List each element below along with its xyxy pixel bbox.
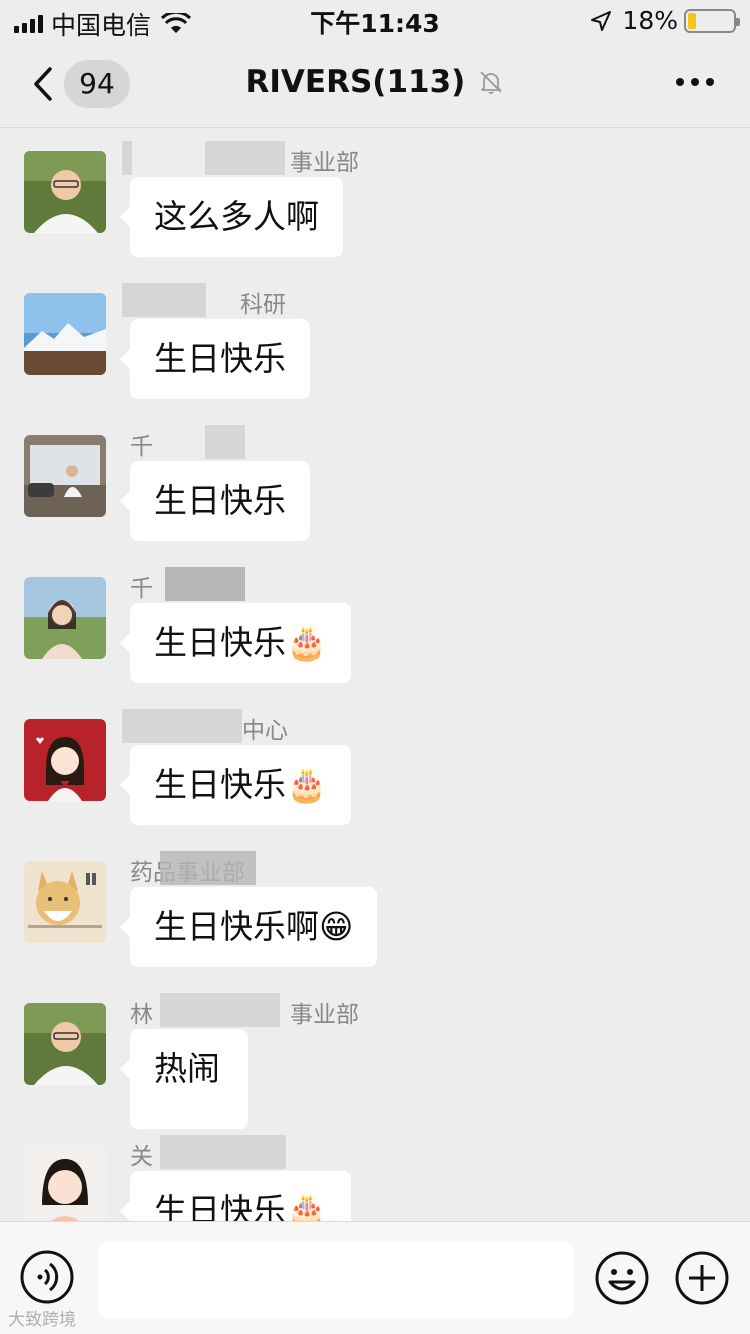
battery-icon	[684, 8, 740, 33]
status-bar: 中国电信 下午11:43 18%	[0, 0, 750, 40]
chat-list[interactable]: 事业部 这么多人啊 科研 生日快乐 千 生日快乐 千 生日快乐🎂 中心 生日快乐…	[0, 129, 750, 1221]
watermark: 大致跨境	[8, 1310, 76, 1330]
more-icon[interactable]	[676, 78, 714, 86]
sender-blur	[205, 425, 245, 459]
bell-muted-icon	[480, 71, 503, 94]
sender-suffix: 事业部	[290, 1002, 359, 1028]
sender-name: 关	[130, 1144, 153, 1170]
message-bubble[interactable]: 生日快乐啊😁	[119, 887, 378, 967]
sender-blur	[160, 851, 256, 885]
message-bubble[interactable]: 生日快乐🎂	[119, 1171, 352, 1221]
message-bubble[interactable]: 这么多人啊	[120, 177, 343, 257]
title-wrap: RIVERS(113)	[0, 64, 750, 100]
sender-blur	[122, 141, 132, 175]
message-text: 生日快乐	[154, 339, 286, 378]
status-right: 18%	[590, 6, 740, 35]
sender-name: 林	[130, 1002, 153, 1028]
battery-percent: 18%	[622, 6, 678, 35]
message-text: 生日快乐	[154, 765, 286, 804]
avatar[interactable]	[24, 293, 106, 375]
nav-bar: 94 RIVERS(113)	[0, 40, 750, 128]
emoji-icon: 🎂	[286, 623, 328, 662]
avatar[interactable]	[24, 1003, 106, 1085]
message-text: 热闹	[154, 1049, 220, 1088]
message-bubble[interactable]: 热闹	[120, 1029, 248, 1129]
message-text: 生日快乐	[154, 623, 286, 662]
emoji-icon: 😁	[319, 907, 354, 946]
avatar[interactable]	[24, 719, 106, 801]
battery-level	[688, 12, 696, 29]
sender-blur	[160, 993, 280, 1027]
sender-name: 千	[130, 576, 153, 602]
message-text: 生日快乐	[154, 481, 286, 520]
message-bubble[interactable]: 生日快乐	[120, 461, 310, 541]
avatar[interactable]	[24, 861, 106, 943]
message-bubble[interactable]: 生日快乐	[120, 319, 310, 399]
message-text: 这么多人啊	[154, 197, 319, 236]
avatar[interactable]	[24, 577, 106, 659]
avatar[interactable]	[24, 435, 106, 517]
message-text: 生日快乐	[154, 1191, 286, 1221]
sender-blur	[165, 567, 245, 601]
emoji-icon[interactable]	[594, 1250, 650, 1306]
plus-icon[interactable]	[674, 1250, 730, 1306]
chat-title[interactable]: RIVERS(113)	[246, 64, 466, 100]
message-bubble[interactable]: 生日快乐🎂	[119, 603, 352, 683]
message-bubble[interactable]: 生日快乐🎂	[119, 745, 352, 825]
message-input[interactable]	[98, 1242, 574, 1318]
sender-blur	[205, 141, 285, 175]
sender-name: 科研	[240, 292, 286, 318]
emoji-icon: 🎂	[286, 765, 328, 804]
sender-name: 千	[130, 434, 153, 460]
avatar[interactable]	[24, 1145, 106, 1221]
location-arrow-icon	[591, 10, 612, 31]
sender-name: 中心	[242, 718, 288, 744]
sender-name: 事业部	[290, 150, 359, 176]
avatar[interactable]	[24, 151, 106, 233]
message-text: 生日快乐啊	[154, 907, 319, 946]
emoji-icon: 🎂	[286, 1191, 328, 1221]
sender-blur	[122, 283, 206, 317]
input-bar: 大致跨境	[0, 1221, 750, 1334]
sender-blur	[122, 709, 242, 743]
voice-icon[interactable]	[20, 1250, 74, 1304]
sender-blur	[160, 1135, 286, 1169]
